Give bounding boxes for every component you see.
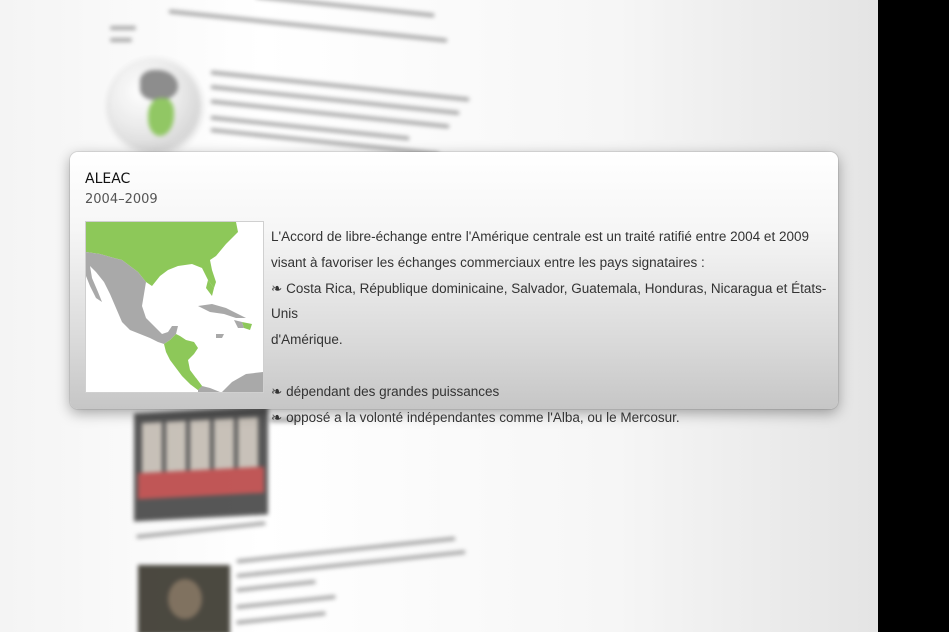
bg-text-line bbox=[236, 611, 326, 625]
bg-text-line bbox=[236, 579, 316, 593]
central-america-map-icon bbox=[85, 221, 264, 393]
bg-text-line bbox=[110, 38, 132, 42]
globe-land bbox=[140, 70, 178, 100]
photo-person bbox=[238, 417, 258, 469]
photo-person bbox=[166, 420, 186, 472]
description-line: d'Amérique. bbox=[271, 332, 343, 348]
description-bullet: ❧ dépendant des grandes puissances bbox=[271, 379, 831, 405]
background-page: ALEAC 2004–2009 L'Accord de libre-échang… bbox=[0, 0, 878, 632]
member-list: Costa Rica, République dominicaine, Salv… bbox=[271, 280, 827, 322]
bg-text-line bbox=[136, 521, 266, 539]
bullet-icon: ❧ bbox=[271, 409, 283, 425]
bullet-icon: ❧ bbox=[271, 280, 283, 296]
background-photo bbox=[134, 406, 268, 522]
bg-text-line bbox=[236, 536, 456, 564]
background-photo bbox=[138, 565, 230, 632]
popup-title: ALEAC bbox=[85, 171, 131, 187]
photo-person bbox=[168, 579, 202, 619]
photo-person bbox=[142, 422, 162, 474]
bullet-icon: ❧ bbox=[271, 383, 283, 399]
info-popup[interactable]: ALEAC 2004–2009 L'Accord de libre-échang… bbox=[70, 152, 838, 425]
photo-banner bbox=[138, 466, 264, 500]
bg-text-line bbox=[236, 594, 336, 610]
popup-years: 2004–2009 bbox=[85, 192, 158, 207]
point-text: opposé a la volonté indépendantes comme … bbox=[286, 409, 680, 425]
bg-text-line bbox=[210, 99, 450, 129]
description-line: visant à favoriser les échanges commerci… bbox=[271, 254, 705, 270]
bg-text-line bbox=[255, 0, 435, 18]
photo-person bbox=[214, 418, 234, 470]
popup-description: L'Accord de libre-échange entre l'Amériq… bbox=[271, 224, 831, 430]
bg-text-line bbox=[210, 70, 470, 102]
bg-text-line bbox=[110, 26, 136, 30]
description-line: L'Accord de libre-échange entre l'Amériq… bbox=[271, 229, 809, 244]
bg-text-line bbox=[236, 549, 466, 579]
bg-text-line bbox=[210, 84, 460, 116]
photo-person bbox=[190, 419, 210, 471]
point-text: dépendant des grandes puissances bbox=[286, 383, 500, 399]
description-bullet: ❧ opposé a la volonté indépendantes comm… bbox=[271, 405, 831, 431]
description-bullet: ❧ Costa Rica, République dominicaine, Sa… bbox=[271, 276, 831, 328]
